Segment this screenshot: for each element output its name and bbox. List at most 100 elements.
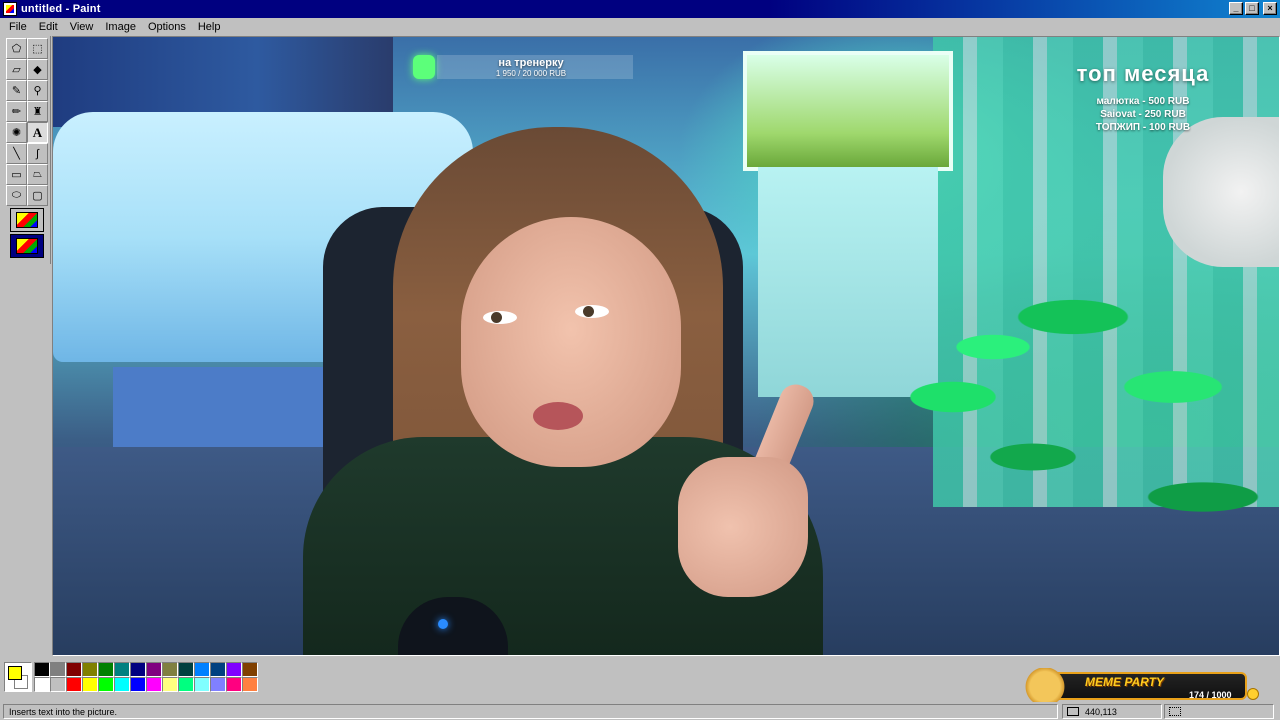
text-icon: A bbox=[32, 124, 43, 140]
palette-swatch[interactable] bbox=[130, 662, 146, 677]
palette-swatch[interactable] bbox=[226, 677, 242, 692]
palette-swatch[interactable] bbox=[114, 662, 130, 677]
palette-swatch[interactable] bbox=[242, 662, 258, 677]
ellipse-icon: ⬭ bbox=[11, 189, 22, 201]
palette-swatch[interactable] bbox=[162, 662, 178, 677]
palette-swatch[interactable] bbox=[66, 677, 82, 692]
top-donors-widget: топ месяца малютка - 500 RUB Saiovat - 2… bbox=[1013, 61, 1273, 134]
menu-options[interactable]: Options bbox=[142, 21, 192, 33]
rounded-rectangle-tool[interactable]: ▢ bbox=[27, 185, 48, 206]
person-mouth bbox=[533, 402, 583, 430]
window-title: untitled - Paint bbox=[21, 3, 101, 15]
menu-file[interactable]: File bbox=[3, 21, 33, 33]
eraser-icon: ▱ bbox=[12, 64, 21, 76]
pencil-tool[interactable]: ✏ bbox=[6, 101, 27, 122]
palette-swatch[interactable] bbox=[82, 677, 98, 692]
palette-swatches bbox=[34, 662, 258, 692]
free-form-select-icon: ⬠ bbox=[11, 43, 22, 55]
palette-swatch[interactable] bbox=[50, 662, 66, 677]
foreground-color[interactable] bbox=[8, 666, 22, 680]
palette-swatch[interactable] bbox=[162, 677, 178, 692]
brush-icon: ♜ bbox=[32, 106, 43, 118]
select-icon: ⬚ bbox=[32, 43, 43, 55]
curve-tool[interactable]: ∫ bbox=[27, 143, 48, 164]
palette-swatch[interactable] bbox=[226, 662, 242, 677]
fill-tool[interactable]: ◆ bbox=[27, 59, 48, 80]
palette-swatch[interactable] bbox=[50, 677, 66, 692]
toolbox: ⬠ ⬚ ▱ ◆ ✎ ⚲ ✏ ♜ ✺ A ╲ ∫ ▭ ⏢ ⬭ ▢ bbox=[2, 36, 51, 264]
opaque-background-option[interactable] bbox=[10, 208, 44, 232]
palette-swatch[interactable] bbox=[178, 677, 194, 692]
curve-icon: ∫ bbox=[35, 147, 39, 160]
scene-plant bbox=[873, 237, 1273, 567]
palette-swatch[interactable] bbox=[178, 662, 194, 677]
palette-swatch[interactable] bbox=[210, 662, 226, 677]
top-donor-entry: Saiovat - 250 RUB bbox=[1100, 109, 1186, 120]
goal-title: на тренерку bbox=[498, 57, 564, 69]
close-button[interactable]: × bbox=[1263, 2, 1277, 15]
goal-amount: 1 950 / 20 000 RUB bbox=[495, 69, 567, 78]
doge-icon bbox=[1025, 668, 1065, 702]
tool-options bbox=[10, 208, 44, 260]
top-donor-entry: ТОПЖИП - 100 RUB bbox=[1095, 122, 1191, 133]
person-eye-right bbox=[575, 305, 609, 318]
transparent-background-option[interactable] bbox=[10, 234, 44, 258]
text-tool[interactable]: A bbox=[27, 122, 48, 143]
palette-swatch[interactable] bbox=[210, 677, 226, 692]
rounded-rectangle-icon: ▢ bbox=[32, 190, 43, 202]
top-donor-entry: малютка - 500 RUB bbox=[1096, 96, 1190, 107]
meme-party-box: MEME PARTY 174 / 1000 bbox=[1039, 672, 1259, 700]
maximize-button[interactable]: □ bbox=[1245, 2, 1259, 15]
palette-swatch[interactable] bbox=[98, 662, 114, 677]
current-colors[interactable] bbox=[4, 662, 32, 692]
magnifier-tool[interactable]: ⚲ bbox=[27, 80, 48, 101]
window-controls: _ □ × bbox=[1229, 2, 1277, 15]
scene-aquarium bbox=[743, 51, 953, 171]
palette-swatch[interactable] bbox=[242, 677, 258, 692]
brush-tool[interactable]: ♜ bbox=[27, 101, 48, 122]
select-tool[interactable]: ⬚ bbox=[27, 38, 48, 59]
microphone-led bbox=[438, 619, 448, 629]
menu-help[interactable]: Help bbox=[192, 21, 227, 33]
minimize-button[interactable]: _ bbox=[1229, 2, 1243, 15]
palette-swatch[interactable] bbox=[194, 677, 210, 692]
menu-image[interactable]: Image bbox=[99, 21, 142, 33]
coin-icon bbox=[1247, 688, 1259, 700]
drawing-canvas[interactable]: на тренерку 1 950 / 20 000 RUB топ месяц… bbox=[52, 36, 1280, 656]
transparent-icon bbox=[16, 238, 38, 254]
palette-swatch[interactable] bbox=[98, 677, 114, 692]
palette-swatch[interactable] bbox=[146, 677, 162, 692]
canvas-image: на тренерку 1 950 / 20 000 RUB топ месяц… bbox=[53, 37, 1279, 655]
palette-swatch[interactable] bbox=[194, 662, 210, 677]
palette-swatch[interactable] bbox=[66, 662, 82, 677]
meme-party-widget: MEME PARTY 174 / 1000 bbox=[1025, 668, 1259, 702]
free-form-select-tool[interactable]: ⬠ bbox=[6, 38, 27, 59]
title-bar[interactable]: untitled - Paint _ □ × bbox=[0, 0, 1280, 18]
person-face bbox=[461, 217, 681, 467]
fill-icon: ◆ bbox=[33, 64, 42, 76]
menu-view[interactable]: View bbox=[64, 21, 100, 33]
tool-grid: ⬠ ⬚ ▱ ◆ ✎ ⚲ ✏ ♜ ✺ A ╲ ∫ ▭ ⏢ ⬭ ▢ bbox=[6, 38, 48, 206]
airbrush-tool[interactable]: ✺ bbox=[6, 122, 27, 143]
top-donors-title: топ месяца bbox=[1076, 61, 1210, 86]
cursor-coordinates-value: 440,113 bbox=[1085, 707, 1117, 717]
palette-swatch[interactable] bbox=[114, 677, 130, 692]
palette-swatch[interactable] bbox=[130, 677, 146, 692]
pick-color-tool[interactable]: ✎ bbox=[6, 80, 27, 101]
paint-app-icon[interactable] bbox=[3, 2, 17, 16]
ellipse-tool[interactable]: ⬭ bbox=[6, 185, 27, 206]
palette-swatch[interactable] bbox=[34, 662, 50, 677]
palette-swatch[interactable] bbox=[146, 662, 162, 677]
eraser-tool[interactable]: ▱ bbox=[6, 59, 27, 80]
menu-edit[interactable]: Edit bbox=[33, 21, 64, 33]
status-text: Inserts text into the picture. bbox=[3, 704, 1058, 719]
line-tool[interactable]: ╲ bbox=[6, 143, 27, 164]
color-palette bbox=[2, 661, 262, 693]
cursor-coordinates: 440,113 bbox=[1062, 704, 1162, 719]
rectangle-tool[interactable]: ▭ bbox=[6, 164, 27, 185]
polygon-tool[interactable]: ⏢ bbox=[27, 164, 48, 185]
palette-swatch[interactable] bbox=[34, 677, 50, 692]
pick-color-icon: ✎ bbox=[11, 85, 22, 97]
selection-size-icon bbox=[1169, 707, 1181, 716]
palette-swatch[interactable] bbox=[82, 662, 98, 677]
